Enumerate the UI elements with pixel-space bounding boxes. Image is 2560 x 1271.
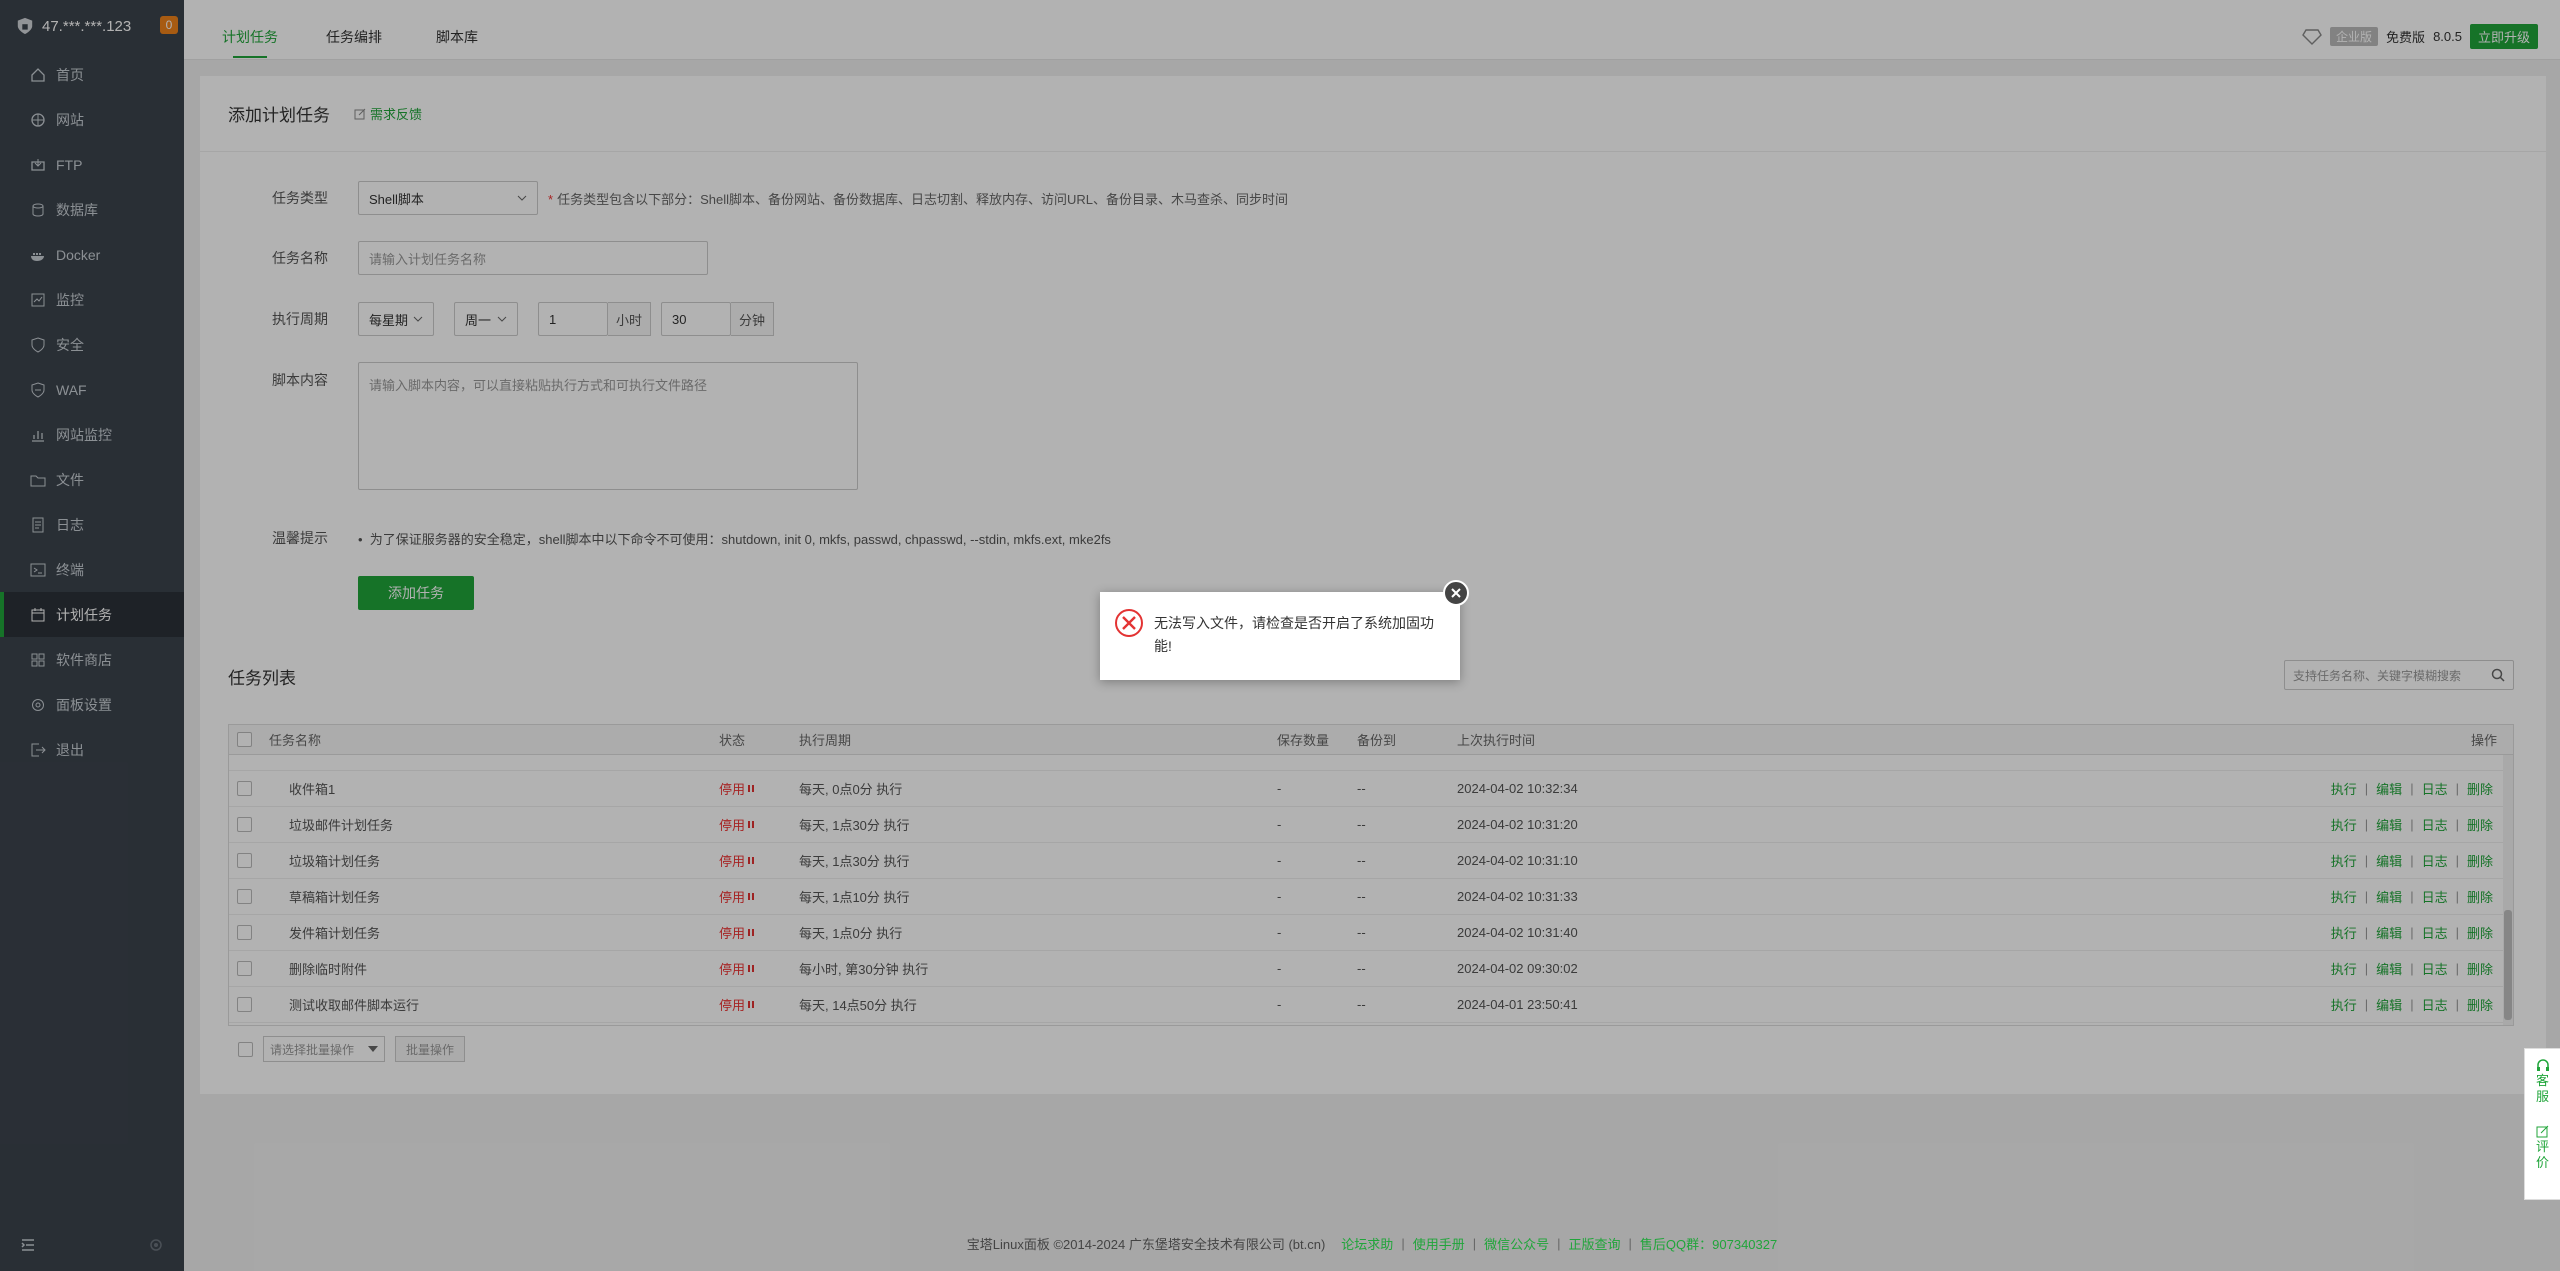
footer-link-license[interactable]: 正版查询 bbox=[1569, 1234, 1621, 1253]
rate-button[interactable]: 评价 bbox=[2536, 1115, 2550, 1181]
customer-service-button[interactable]: 客服 bbox=[2536, 1049, 2550, 1115]
customer-service-label: 客服 bbox=[2535, 1073, 2549, 1104]
footer-link-manual[interactable]: 使用手册 bbox=[1413, 1234, 1465, 1253]
footer-link-qq[interactable]: 售后QQ群：907340327 bbox=[1640, 1234, 1777, 1253]
error-dialog: 无法写入文件，请检查是否开启了系统加固功能! bbox=[1100, 592, 1460, 680]
footer-link-wechat[interactable]: 微信公众号 bbox=[1484, 1234, 1549, 1253]
copyright: 宝塔Linux面板 ©2014-2024 广东堡塔安全技术有限公司 (bt.cn… bbox=[966, 1237, 1326, 1252]
dialog-close-button[interactable] bbox=[1443, 580, 1469, 606]
close-icon bbox=[1451, 588, 1461, 598]
footer: 宝塔Linux面板 ©2014-2024 广东堡塔安全技术有限公司 (bt.cn… bbox=[966, 1234, 1778, 1253]
footer-link-forum[interactable]: 论坛求助 bbox=[1341, 1234, 1393, 1253]
side-float-panel: 客服 评价 bbox=[2524, 1048, 2560, 1200]
error-message: 无法写入文件，请检查是否开启了系统加固功能! bbox=[1154, 615, 1434, 654]
edit-icon bbox=[2536, 1125, 2548, 1138]
headset-icon bbox=[2536, 1059, 2549, 1071]
rate-label: 评价 bbox=[2535, 1139, 2549, 1170]
error-icon bbox=[1115, 609, 1143, 637]
